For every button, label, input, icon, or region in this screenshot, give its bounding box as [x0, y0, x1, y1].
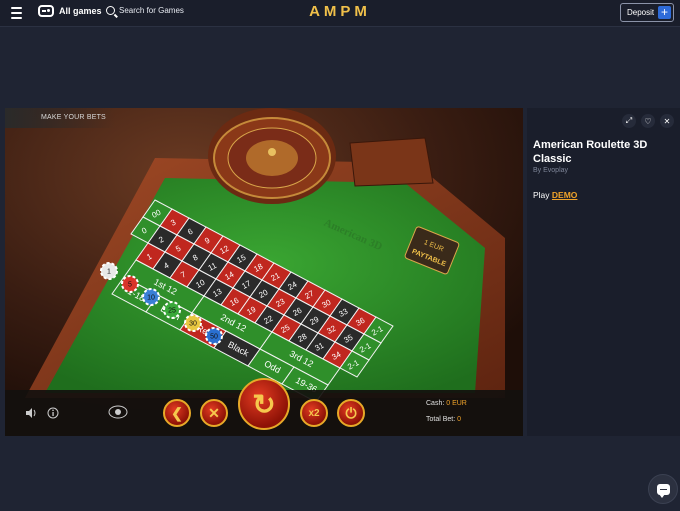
sound-icon[interactable] — [25, 407, 37, 419]
total-bet-display: Total Bet: 0 — [426, 416, 461, 423]
cash-display: Cash: 0 EUR — [426, 400, 467, 407]
game-frame[interactable]: 00 3 6 9 12 15 18 21 24 27 30 33 36 2-1 0 2 5 8 11 14 17 20 23… — [5, 108, 523, 436]
top-bar: All games Search for Games AMPM Deposit … — [0, 0, 680, 27]
close-icon: ✕ — [208, 404, 220, 421]
cash-label: Cash: — [426, 400, 445, 407]
chip-rack — [349, 137, 434, 187]
deposit-button[interactable]: Deposit + — [620, 3, 674, 22]
spin-button[interactable]: ↻ — [238, 378, 290, 430]
clear-bets-button[interactable]: ✕ — [200, 399, 228, 427]
undo-arrow-icon: ❮ — [171, 404, 183, 421]
game-info-panel: ⤢ ♡ ✕ American Roulette 3D Classic By Ev… — [527, 108, 680, 436]
camera-view-icon[interactable] — [107, 403, 129, 421]
make-your-bets-banner: MAKE YOUR BETS — [5, 108, 115, 128]
close-icon[interactable]: ✕ — [660, 114, 674, 128]
spin-icon: ↻ — [252, 388, 276, 420]
game-provider: By Evoplay — [533, 167, 569, 174]
info-tools: ⤢ ♡ ✕ — [622, 114, 674, 128]
play-demo-link[interactable]: DEMO — [552, 190, 578, 200]
chip-label: 25 — [168, 308, 176, 315]
chip-label: 30 — [189, 321, 197, 328]
wheel-cone — [246, 140, 298, 176]
play-mode: Play DEMO — [533, 190, 577, 200]
chat-button[interactable] — [648, 474, 678, 504]
undo-button[interactable]: ❮ — [163, 399, 191, 427]
expand-icon[interactable]: ⤢ — [622, 114, 636, 128]
deposit-label: Deposit — [627, 8, 655, 17]
heart-icon[interactable]: ♡ — [641, 114, 655, 128]
total-bet-label: Total Bet: — [426, 416, 456, 423]
chip-label: 5 — [128, 282, 132, 289]
chat-icon — [656, 483, 670, 498]
power-icon: ⏻ — [345, 404, 357, 421]
double-label: x2 — [308, 407, 320, 419]
play-prefix: Play — [533, 190, 550, 200]
chip-label: 50 — [210, 334, 218, 341]
plus-icon: + — [658, 6, 671, 19]
total-bet-value: 0 — [457, 416, 462, 423]
cash-value: 0 EUR — [446, 400, 467, 407]
control-bar: ❮ ✕ ↻ x2 ⏻ Cash: 0 EUR Total Bet: 0 — [5, 378, 523, 436]
info-icon[interactable] — [47, 407, 59, 419]
wheel-turret — [268, 148, 276, 156]
chip-label: 10 — [147, 295, 155, 302]
site-logo[interactable]: AMPM — [0, 3, 680, 20]
autoplay-button[interactable]: ⏻ — [337, 399, 365, 427]
game-title: American Roulette 3D Classic — [533, 139, 648, 165]
chip-label: 1 — [107, 269, 111, 276]
double-bet-button[interactable]: x2 — [300, 399, 328, 427]
